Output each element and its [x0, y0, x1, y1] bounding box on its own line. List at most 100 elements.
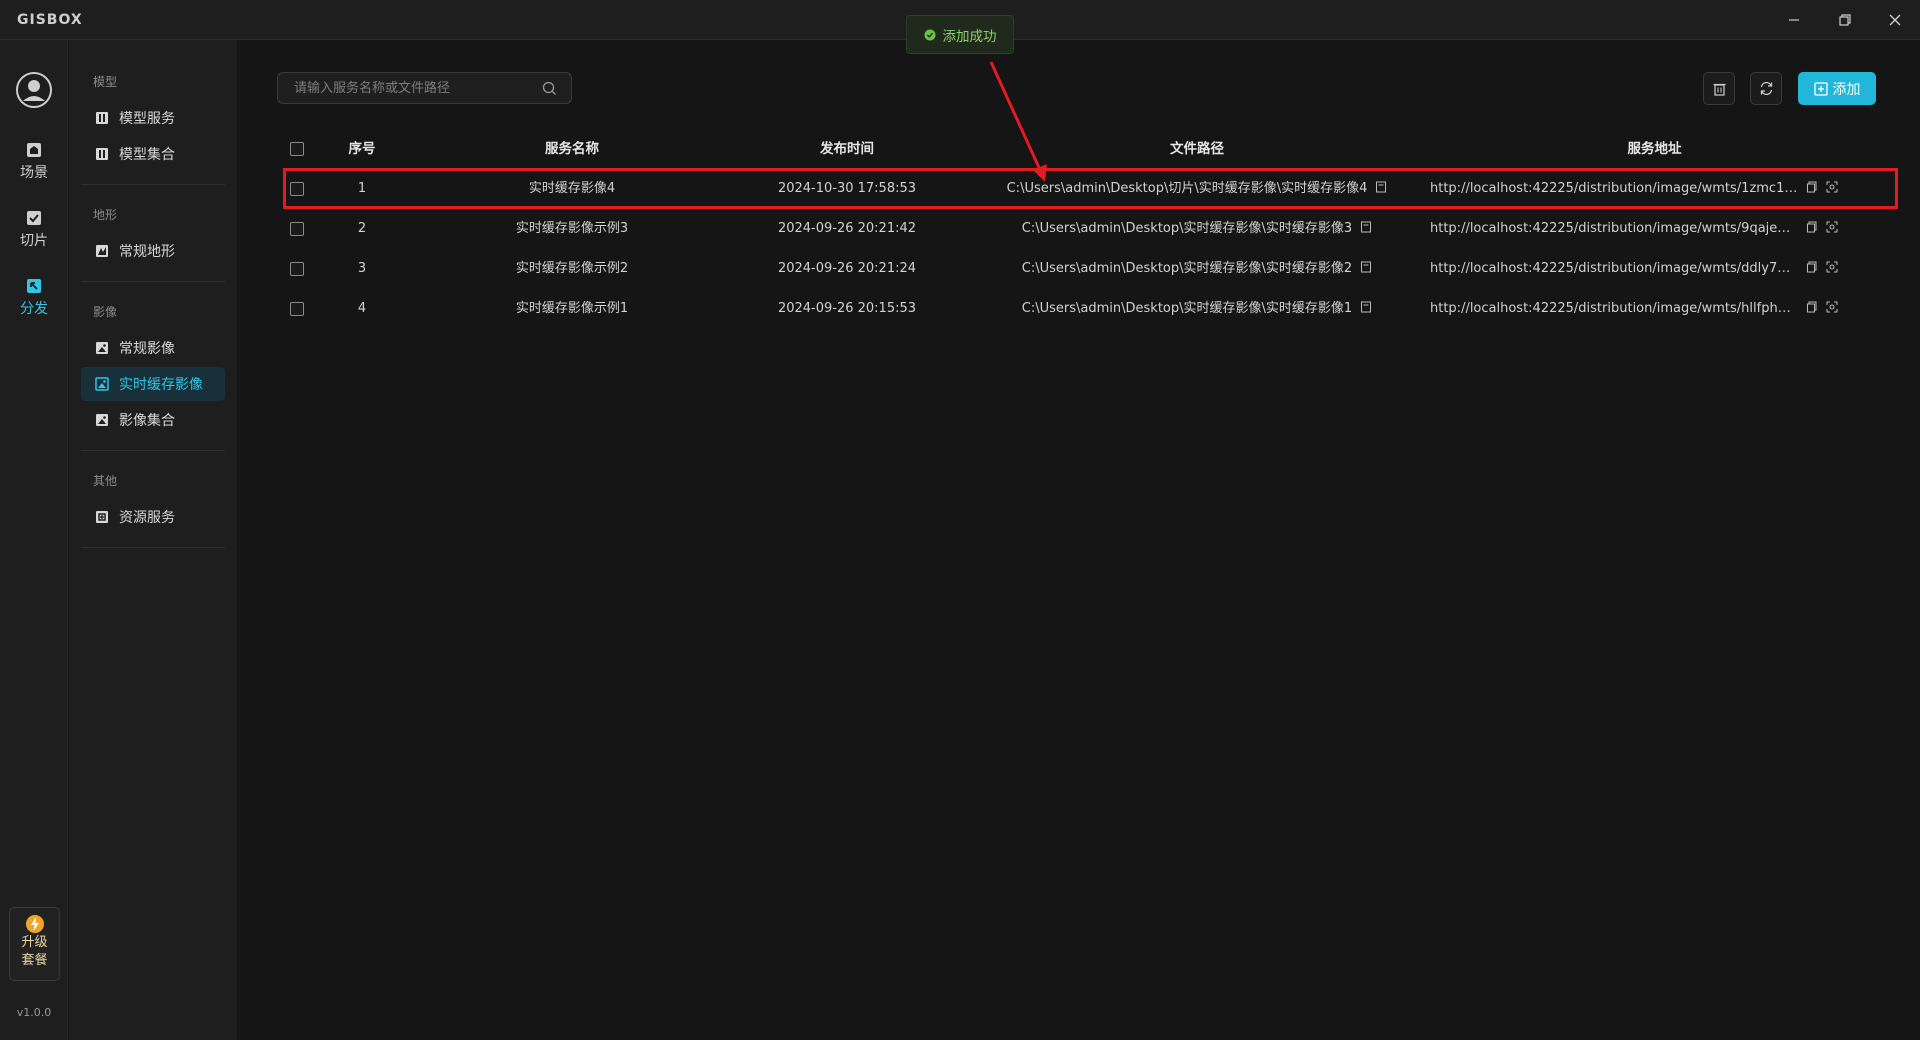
avatar[interactable]: [15, 71, 53, 109]
add-button[interactable]: 添加: [1798, 72, 1876, 105]
row-url: http://localhost:42225/distribution/imag…: [1422, 289, 1887, 329]
rail-item-label: 分发: [20, 301, 48, 317]
row-path: C:\Users\admin\Desktop\实时缓存影像\实时缓存影像1: [972, 289, 1422, 329]
row-no: 3: [357, 261, 367, 276]
table-row[interactable]: 2 实时缓存影像示例3 2024-09-26 20:21:42 C:\Users…: [282, 209, 1887, 249]
rail-item-label: 场景: [20, 165, 48, 181]
row-time: 2024-09-26 20:21:42: [777, 221, 917, 236]
row-path: C:\Users\admin\Desktop\实时缓存影像\实时缓存影像3: [972, 209, 1422, 249]
app-logo: GISBOX: [17, 12, 83, 28]
row-no: 2: [357, 221, 367, 236]
close-icon[interactable]: [1882, 8, 1908, 32]
row-url: http://localhost:42225/distribution/imag…: [1422, 249, 1887, 289]
upgrade-plan-button[interactable]: 升级 套餐: [9, 907, 60, 981]
row-checkbox[interactable]: [290, 222, 304, 236]
copy-icon[interactable]: [1806, 221, 1818, 233]
sidebar-item-imagery-collection[interactable]: 影像集合: [81, 403, 225, 437]
preview-icon[interactable]: [1826, 261, 1838, 273]
sidebar: 模型 模型服务 模型集合 地形 常规地形 影像 常规影像 实时缓存影像 影像集合…: [69, 40, 237, 1040]
sidebar-item-model-collection[interactable]: 模型集合: [81, 137, 225, 171]
rail-item-scene[interactable]: 场景: [0, 142, 68, 196]
left-rail: 场景 切片 分发 升级 套餐 v1.0.0: [0, 40, 68, 1040]
restore-icon[interactable]: [1832, 8, 1858, 32]
row-url-text: http://localhost:42225/distribution/imag…: [1430, 221, 1798, 236]
row-checkbox[interactable]: [290, 262, 304, 276]
preview-icon[interactable]: [1826, 221, 1838, 233]
group-title-terrain: 地形: [93, 208, 118, 222]
sidebar-item-label: 模型服务: [119, 111, 175, 127]
search-icon[interactable]: [542, 81, 557, 96]
sidebar-item-label: 资源服务: [119, 510, 175, 526]
column-header-time: 发布时间: [820, 141, 874, 157]
delete-button[interactable]: [1703, 72, 1735, 105]
table-row[interactable]: 4 实时缓存影像示例1 2024-09-26 20:15:53 C:\Users…: [282, 289, 1887, 329]
table-header: 序号 服务名称 发布时间 文件路径 服务地址: [282, 129, 1887, 169]
preview-icon[interactable]: [1826, 301, 1838, 313]
open-folder-icon[interactable]: [1360, 301, 1372, 313]
rail-item-slice[interactable]: 切片: [0, 210, 68, 264]
highlight-box: [283, 168, 1898, 209]
open-folder-icon[interactable]: [1360, 261, 1372, 273]
group-title-other: 其他: [93, 474, 118, 488]
sidebar-item-imagery[interactable]: 常规影像: [81, 331, 225, 365]
open-folder-icon[interactable]: [1360, 221, 1372, 233]
sidebar-item-realtime-cache-imagery[interactable]: 实时缓存影像: [81, 367, 225, 401]
group-title-imagery: 影像: [93, 305, 118, 319]
copy-icon[interactable]: [1806, 301, 1818, 313]
slice-icon: [27, 211, 41, 225]
row-time: 2024-09-26 20:15:53: [777, 301, 917, 316]
refresh-button[interactable]: [1750, 72, 1782, 105]
divider: [81, 547, 225, 548]
distribute-icon: [27, 279, 41, 293]
image-icon: [96, 342, 108, 354]
row-checkbox[interactable]: [290, 302, 304, 316]
success-toast: 添加成功: [906, 15, 1014, 54]
search-box: [277, 72, 572, 104]
lightning-icon: [25, 915, 44, 933]
row-path-text: C:\Users\admin\Desktop\实时缓存影像\实时缓存影像3: [1021, 221, 1353, 236]
upgrade-label-1: 升级: [21, 935, 48, 950]
select-all-checkbox[interactable]: [290, 142, 304, 156]
main-content: 添加 序号 服务名称 发布时间 文件路径 服务地址 1 实时缓存影像4 2024…: [237, 40, 1920, 1040]
image-collection-icon: [96, 414, 108, 426]
sidebar-item-model-service[interactable]: 模型服务: [81, 101, 225, 135]
rail-item-label: 切片: [20, 233, 48, 249]
row-url: http://localhost:42225/distribution/imag…: [1422, 209, 1887, 249]
row-no: 4: [357, 301, 367, 316]
row-url-text: http://localhost:42225/distribution/imag…: [1430, 261, 1798, 276]
resource-icon: [96, 511, 108, 523]
group-title-model: 模型: [93, 75, 118, 89]
search-input[interactable]: [278, 73, 538, 103]
upgrade-label-2: 套餐: [21, 953, 48, 968]
sidebar-item-label: 常规影像: [119, 341, 175, 357]
row-path: C:\Users\admin\Desktop\实时缓存影像\实时缓存影像2: [972, 249, 1422, 289]
add-button-label: 添加: [1832, 81, 1861, 98]
refresh-icon: [1760, 81, 1773, 96]
divider: [81, 450, 225, 451]
sidebar-item-label: 实时缓存影像: [119, 377, 203, 393]
annotation-arrow: [989, 61, 1047, 182]
row-path-text: C:\Users\admin\Desktop\实时缓存影像\实时缓存影像1: [1021, 301, 1353, 316]
rail-item-distribute[interactable]: 分发: [0, 278, 68, 332]
check-circle-icon: [924, 29, 935, 40]
sidebar-item-terrain[interactable]: 常规地形: [81, 234, 225, 268]
sidebar-item-resource-service[interactable]: 资源服务: [81, 500, 225, 534]
column-header-url: 服务地址: [1627, 141, 1682, 157]
sidebar-item-label: 模型集合: [119, 147, 175, 163]
row-url-text: http://localhost:42225/distribution/imag…: [1430, 301, 1798, 316]
table-row[interactable]: 3 实时缓存影像示例2 2024-09-26 20:21:24 C:\Users…: [282, 249, 1887, 289]
row-path-text: C:\Users\admin\Desktop\实时缓存影像\实时缓存影像2: [1021, 261, 1353, 276]
toast-message: 添加成功: [942, 28, 997, 45]
version-label: v1.0.0: [16, 1006, 52, 1019]
minimize-icon[interactable]: [1781, 8, 1807, 32]
sidebar-item-label: 常规地形: [119, 244, 175, 260]
scene-icon: [27, 143, 41, 157]
image-icon: [95, 377, 109, 391]
row-time: 2024-09-26 20:21:24: [777, 261, 917, 276]
divider: [81, 184, 225, 185]
sidebar-item-label: 影像集合: [119, 413, 175, 429]
row-name: 实时缓存影像示例1: [515, 301, 629, 316]
column-header-name: 服务名称: [545, 141, 599, 157]
copy-icon[interactable]: [1806, 261, 1818, 273]
terrain-icon: [96, 245, 108, 257]
